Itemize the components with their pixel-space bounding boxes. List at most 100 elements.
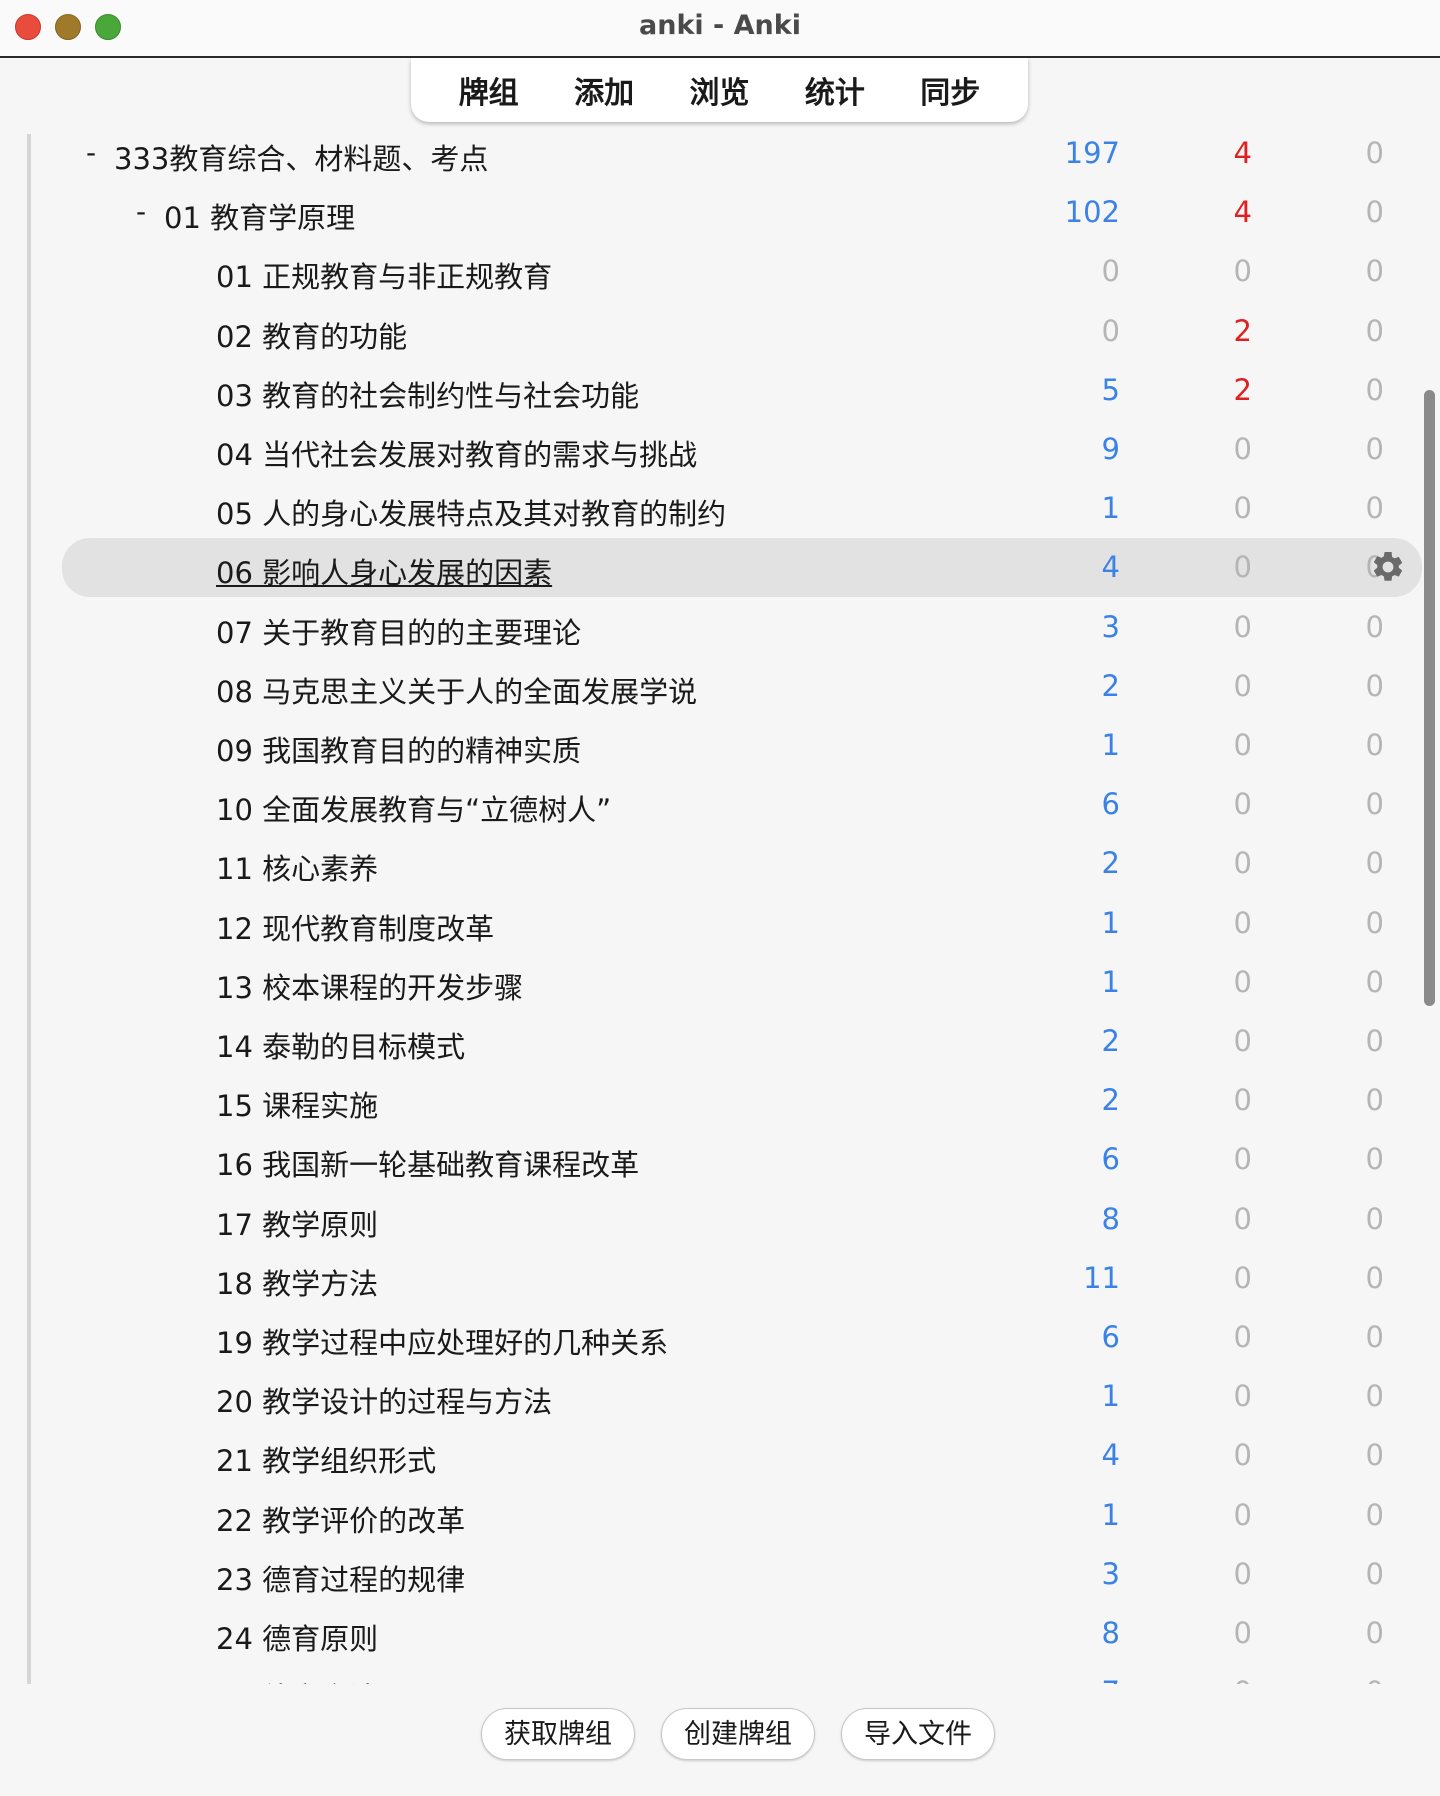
deck-row[interactable]: -333教育综合、材料题、考点 197 4 0 — [62, 124, 1422, 183]
due-count: 0 — [1365, 609, 1384, 644]
tab-add[interactable]: 添加 — [574, 68, 634, 112]
deck-row[interactable]: 11 核心素养 2 0 0 — [62, 834, 1422, 893]
learn-count: 0 — [1233, 1497, 1252, 1532]
learn-count: 0 — [1233, 1320, 1252, 1354]
deck-name[interactable]: 07 关于教育目的的主要理论 — [216, 610, 581, 652]
deck-row[interactable]: 23 德育过程的规律 3 0 0 — [62, 1545, 1422, 1604]
new-count: 11 — [1083, 1260, 1120, 1295]
deck-name[interactable]: 16 我国新一轮基础教育课程改革 — [216, 1142, 639, 1184]
deck-name[interactable]: 11 核心素养 — [216, 846, 378, 888]
deck-row[interactable]: 19 教学过程中应处理好的几种关系 6 0 0 — [62, 1308, 1422, 1367]
deck-name[interactable]: 19 教学过程中应处理好的几种关系 — [216, 1320, 668, 1362]
deck-row[interactable]: 07 关于教育目的的主要理论 3 0 0 — [62, 598, 1422, 657]
deck-name[interactable]: 18 教学方法 — [216, 1261, 378, 1303]
deck-row[interactable]: 25 德育方法 7 0 0 — [62, 1663, 1422, 1684]
tab-decks[interactable]: 牌组 — [459, 68, 519, 112]
deck-name[interactable]: 06 影响人身心发展的因素 — [216, 550, 552, 592]
due-count: 0 — [1365, 550, 1384, 585]
new-count: 1 — [1101, 964, 1120, 999]
deck-row[interactable]: 09 我国教育目的的精神实质 1 0 0 — [62, 716, 1422, 775]
deck-name[interactable]: 01 正规教育与非正规教育 — [216, 254, 552, 296]
deck-name[interactable]: 03 教育的社会制约性与社会功能 — [216, 373, 639, 415]
new-count: 197 — [1064, 136, 1120, 170]
learn-count: 0 — [1233, 905, 1252, 940]
deck-name[interactable]: 01 教育学原理 — [164, 195, 355, 237]
new-count: 4 — [1101, 550, 1120, 585]
deck-row[interactable]: 04 当代社会发展对教育的需求与挑战 9 0 0 — [62, 420, 1422, 479]
deck-row[interactable]: 22 教学评价的改革 1 0 0 — [62, 1486, 1422, 1545]
deck-row[interactable]: 10 全面发展教育与“立德树人” 6 0 0 — [62, 775, 1422, 834]
create-deck-button[interactable]: 创建牌组 — [661, 1708, 815, 1760]
deck-row[interactable]: 14 泰勒的目标模式 2 0 0 — [62, 1012, 1422, 1071]
deck-name[interactable]: 09 我国教育目的的精神实质 — [216, 728, 581, 770]
new-count: 0 — [1101, 313, 1120, 348]
deck-row[interactable]: 20 教学设计的过程与方法 1 0 0 — [62, 1367, 1422, 1426]
due-count: 0 — [1365, 254, 1384, 289]
deck-name[interactable]: 15 课程实施 — [216, 1083, 378, 1125]
deck-row[interactable]: 05 人的身心发展特点及其对教育的制约 1 0 0 — [62, 479, 1422, 538]
deck-name[interactable]: 12 现代教育制度改革 — [216, 906, 494, 948]
deck-name[interactable]: 02 教育的功能 — [216, 314, 407, 356]
deck-name[interactable]: 22 教学评价的改革 — [216, 1498, 465, 1540]
deck-row-current[interactable]: 06 影响人身心发展的因素 4 0 0 — [62, 538, 1422, 598]
deck-name[interactable]: 25 德育方法 — [216, 1675, 378, 1684]
deck-name[interactable]: 20 教学设计的过程与方法 — [216, 1379, 552, 1421]
deck-row[interactable]: 08 马克思主义关于人的全面发展学说 2 0 0 — [62, 657, 1422, 716]
deck-name[interactable]: 333教育综合、材料题、考点 — [114, 136, 488, 178]
learn-count: 0 — [1132, 1675, 1252, 1684]
due-count: 0 — [1365, 728, 1384, 762]
deck-name[interactable]: 21 教学组织形式 — [216, 1438, 436, 1480]
new-count: 1 — [1101, 728, 1120, 762]
new-count: 3 — [1101, 1556, 1120, 1591]
deck-name[interactable]: 08 马克思主义关于人的全面发展学说 — [216, 669, 697, 711]
deck-name[interactable]: 04 当代社会发展对教育的需求与挑战 — [216, 432, 697, 474]
deck-row[interactable]: -01 教育学原理 102 4 0 — [62, 183, 1422, 242]
gear-icon[interactable] — [1370, 549, 1406, 585]
due-count: 0 — [1365, 905, 1384, 940]
deck-name[interactable]: 14 泰勒的目标模式 — [216, 1024, 465, 1066]
deck-name[interactable]: 13 校本课程的开发步骤 — [216, 965, 523, 1007]
learn-count: 0 — [1233, 254, 1252, 289]
collapse-toggle[interactable]: - — [86, 136, 96, 169]
import-file-button[interactable]: 导入文件 — [841, 1708, 995, 1760]
learn-count: 0 — [1233, 787, 1252, 822]
due-count: 0 — [1365, 787, 1384, 822]
learn-count: 4 — [1233, 195, 1252, 230]
deck-row[interactable]: 15 课程实施 2 0 0 — [62, 1071, 1422, 1130]
scrollbar-thumb[interactable] — [1424, 390, 1435, 1006]
deck-name[interactable]: 05 人的身心发展特点及其对教育的制约 — [216, 491, 726, 533]
new-count: 1 — [1101, 1497, 1120, 1532]
deck-row[interactable]: 21 教学组织形式 4 0 0 — [62, 1426, 1422, 1485]
deck-row[interactable]: 03 教育的社会制约性与社会功能 5 2 0 — [62, 361, 1422, 420]
due-count: 0 — [1365, 1142, 1384, 1177]
deck-name[interactable]: 10 全面发展教育与“立德树人” — [216, 787, 611, 829]
get-shared-decks-button[interactable]: 获取牌组 — [481, 1708, 635, 1760]
due-count: 0 — [1365, 1616, 1384, 1650]
tab-browse[interactable]: 浏览 — [689, 68, 749, 112]
deck-row[interactable]: 12 现代教育制度改革 1 0 0 — [62, 894, 1422, 953]
new-count: 102 — [1064, 195, 1120, 230]
new-count: 1 — [1101, 491, 1120, 526]
deck-row[interactable]: 18 教学方法 11 0 0 — [62, 1249, 1422, 1308]
new-count: 9 — [1101, 432, 1120, 466]
deck-row[interactable]: 16 我国新一轮基础教育课程改革 6 0 0 — [62, 1130, 1422, 1189]
deck-row[interactable]: 13 校本课程的开发步骤 1 0 0 — [62, 953, 1422, 1012]
deck-row[interactable]: 02 教育的功能 0 2 0 — [62, 302, 1422, 361]
collapse-toggle[interactable]: - — [136, 195, 146, 228]
deck-name[interactable]: 17 教学原则 — [216, 1202, 378, 1244]
tree-guide-line — [27, 134, 31, 1684]
due-count: 0 — [1264, 1675, 1384, 1684]
new-count: 2 — [1101, 668, 1120, 703]
deck-row[interactable]: 17 教学原则 8 0 0 — [62, 1190, 1422, 1249]
title-bar: anki - Anki — [0, 0, 1440, 58]
deck-row[interactable]: 24 德育原则 8 0 0 — [62, 1604, 1422, 1663]
tab-sync[interactable]: 同步 — [920, 68, 980, 112]
deck-row[interactable]: 01 正规教育与非正规教育 0 0 0 — [62, 242, 1422, 301]
deck-name[interactable]: 23 德育过程的规律 — [216, 1557, 465, 1599]
scrollbar[interactable] — [1420, 390, 1438, 1010]
window-title: anki - Anki — [639, 10, 801, 41]
learn-count: 0 — [1233, 1438, 1252, 1473]
learn-count: 0 — [1233, 1083, 1252, 1118]
tab-stats[interactable]: 统计 — [805, 68, 865, 112]
deck-name[interactable]: 24 德育原则 — [216, 1616, 378, 1658]
